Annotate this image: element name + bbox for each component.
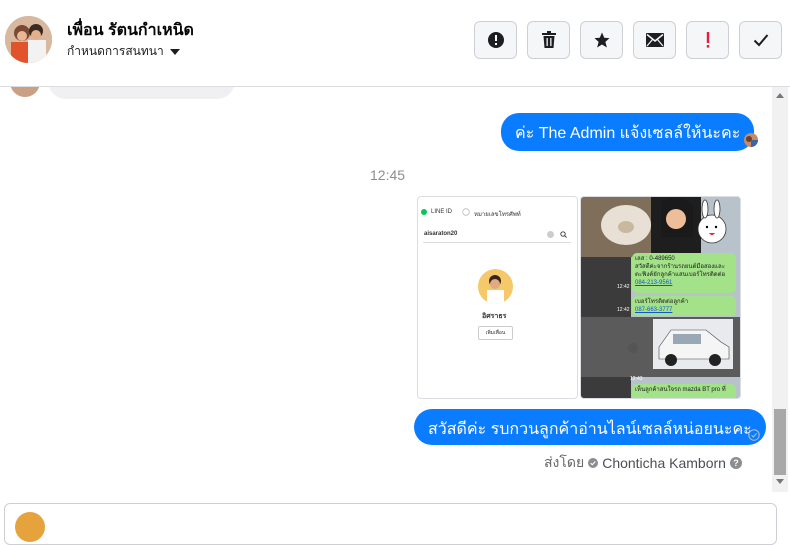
sent-by-name[interactable]: Chonticha Kamborn xyxy=(602,455,726,471)
delete-button[interactable] xyxy=(527,21,570,59)
sender-avatar xyxy=(10,87,40,97)
scroll-down-icon[interactable] xyxy=(776,479,784,485)
radio-unselected-icon xyxy=(462,208,470,216)
done-button[interactable] xyxy=(739,21,782,59)
search-icon xyxy=(560,231,567,238)
composer-avatar xyxy=(15,512,45,542)
chat-bubble: เลส : 0-489650 สวัสดีค่ะจากร้านรถยนต์มือ… xyxy=(632,253,736,293)
contact-avatar[interactable] xyxy=(5,16,52,63)
line-profile-image[interactable]: LINE ID หมายเลขโทรศัพท์ aisaraton20 อิศร… xyxy=(417,196,578,399)
chat-bubble: เบอร์โทรติดต่อลูกค้า 087-663-3777 xyxy=(632,296,736,316)
trash-icon xyxy=(541,31,556,48)
message-list[interactable]: ค่ะ The Admin แจ้งเซลล์ให้นะคะ 12:45 LIN… xyxy=(0,87,772,492)
phone-tab: หมายเลขโทรศัพท์ xyxy=(474,212,521,218)
alert-circle-icon xyxy=(487,32,504,48)
search-value: aisaraton20 xyxy=(424,231,458,237)
help-icon[interactable]: ? xyxy=(729,457,742,469)
chat-history-image[interactable]: เลส : 0-489650 สวัสดีค่ะจากร้านรถยนต์มือ… xyxy=(580,196,741,399)
conversation-header: เพื่อน รัตนกำเหนิด กำหนดการสนทนา xyxy=(0,0,790,87)
star-button[interactable] xyxy=(580,21,623,59)
sent-by-info: ส่งโดย Chonticha Kamborn ? xyxy=(544,452,742,474)
chat-line: ตะฟิงค์ยักลูกค้าแสนเบอร์โทรติดต่อ xyxy=(635,272,726,278)
incoming-bubble xyxy=(48,87,235,99)
star-icon xyxy=(594,32,609,48)
clear-icon xyxy=(547,231,554,238)
important-button[interactable] xyxy=(686,21,729,59)
timestamp: 12:45 xyxy=(370,167,406,183)
mail-button[interactable] xyxy=(633,21,676,59)
radio-selected-icon xyxy=(421,209,427,215)
chat-bubble: เห็นลูกค้าสนใจรถ mazda BT pro ที่ xyxy=(632,384,736,398)
caret-down-icon xyxy=(169,48,180,55)
composer[interactable] xyxy=(4,503,777,545)
scrollbar[interactable] xyxy=(772,87,788,492)
chat-line: 084-213-9561 xyxy=(635,280,673,286)
read-receipt-avatar xyxy=(744,133,758,147)
chat-line: เห็นลูกค้าสนใจรถ mazda BT pro ที่ xyxy=(635,387,726,393)
line-id-tab: LINE ID xyxy=(431,209,453,215)
scrollbar-thumb[interactable] xyxy=(774,409,786,475)
chat-line: เบอร์โทรติดต่อลูกค้า xyxy=(635,299,689,305)
profile-name: อิศราธร xyxy=(482,313,507,320)
share-icon xyxy=(628,343,638,353)
sent-by-label: ส่งโดย xyxy=(544,454,585,470)
chat-time: 12:42 xyxy=(617,284,630,290)
outgoing-message[interactable]: สวัสดีค่ะ รบกวนลูกค้าอ่านไลน์เซลล์หน่อยน… xyxy=(414,409,766,445)
conversation-toolbar xyxy=(474,21,782,59)
mail-icon xyxy=(645,33,664,47)
scroll-up-icon[interactable] xyxy=(776,92,784,98)
chat-time: 12:42 xyxy=(617,307,630,313)
conversation-settings-label: กำหนดการสนทนา xyxy=(67,44,164,58)
chat-line: เลส : 0-489650 xyxy=(635,256,675,262)
exclamation-icon xyxy=(706,32,709,48)
chat-line: 087-663-3777 xyxy=(635,307,673,313)
contact-name: เพื่อน รัตนกำเหนิด xyxy=(67,22,194,39)
sent-check-icon xyxy=(748,429,760,441)
add-friend-button: เพิ่มเพื่อน xyxy=(478,326,513,340)
profile-picture xyxy=(478,269,513,304)
verified-icon xyxy=(588,458,599,468)
outgoing-message[interactable]: ค่ะ The Admin แจ้งเซลล์ให้นะคะ xyxy=(501,113,755,151)
conversation-settings-dropdown[interactable]: กำหนดการสนทนา xyxy=(67,42,182,61)
chat-line: สวัสดีค่ะจากร้านรถยนต์มือสองและ xyxy=(635,264,725,270)
alert-button[interactable] xyxy=(474,21,517,59)
check-icon xyxy=(753,34,768,47)
chat-time: 12:43 xyxy=(630,376,643,382)
